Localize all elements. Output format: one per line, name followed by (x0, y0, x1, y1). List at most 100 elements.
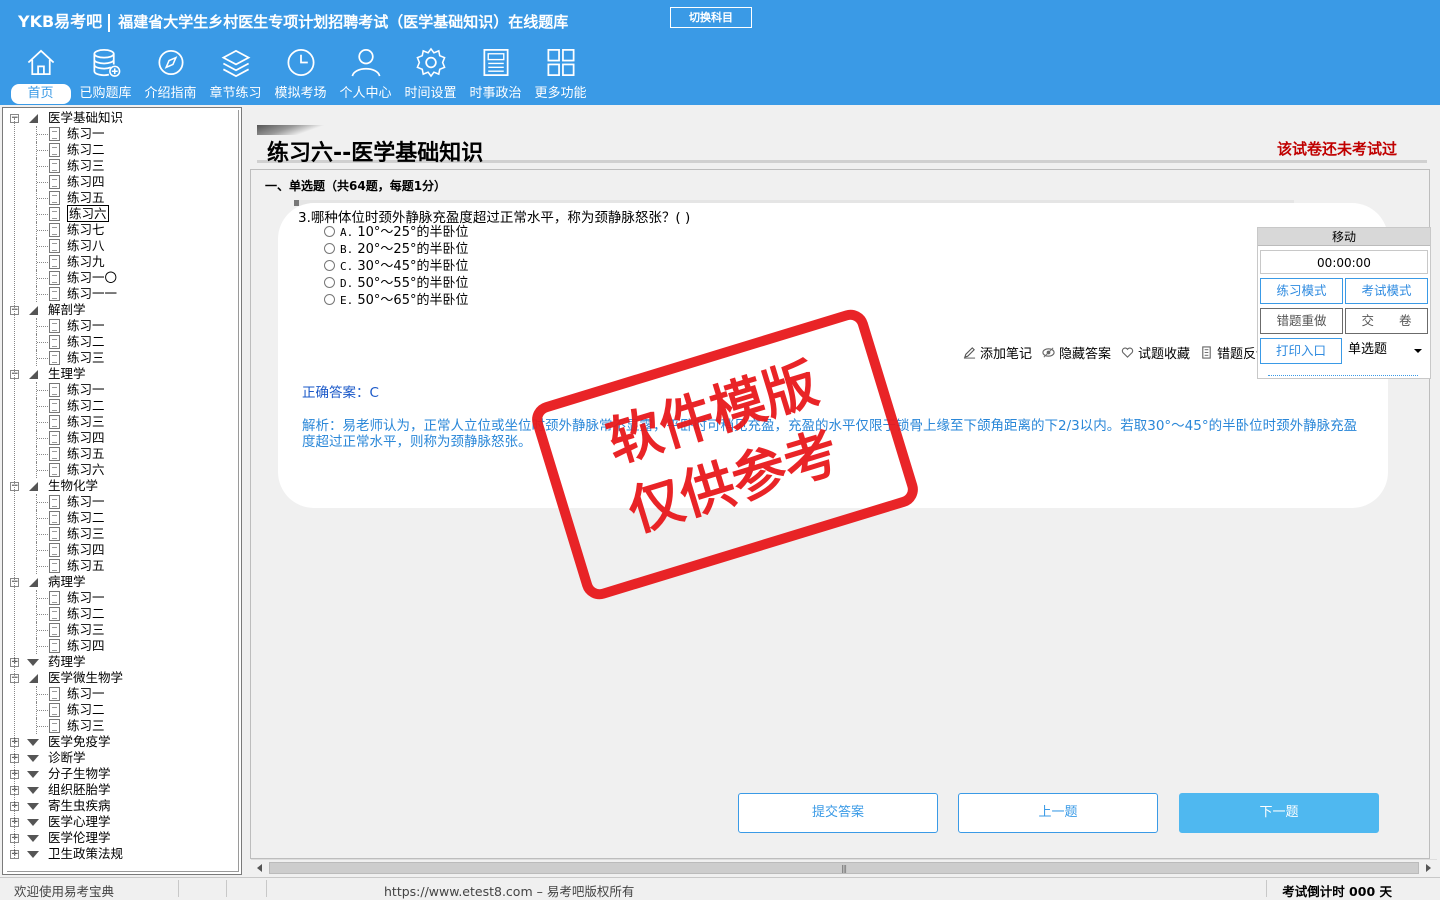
tree-item[interactable]: 练习四 (7, 430, 238, 446)
add-note-button[interactable]: 添加笔记 (963, 343, 1032, 362)
tree-category[interactable]: + 卫生政策法规 (7, 846, 238, 862)
radio-button[interactable] (324, 277, 335, 288)
document-icon (49, 447, 60, 461)
nav-item-home[interactable]: 首页 (8, 46, 73, 104)
tree-item[interactable]: 练习四 (7, 174, 238, 190)
switch-subject-button[interactable]: 切换科目 (670, 7, 752, 28)
tree-item[interactable]: 练习二 (7, 142, 238, 158)
radio-button[interactable] (324, 294, 335, 305)
tree-item[interactable]: 练习五 (7, 558, 238, 574)
tree-item[interactable]: 练习三 (7, 526, 238, 542)
tree-item[interactable]: 练习三 (7, 414, 238, 430)
nav-item-grid[interactable]: 更多功能 (528, 46, 593, 104)
tree-category[interactable]: + 医学免疫学 (7, 734, 238, 750)
tree-item[interactable]: 练习二 (7, 510, 238, 526)
tree-category[interactable]: + 医学心理学 (7, 814, 238, 830)
document-icon (49, 623, 60, 637)
tree-item[interactable]: 练习一 (7, 686, 238, 702)
next-question-button[interactable]: 下一题 (1179, 793, 1379, 833)
tree-category[interactable]: − 医学微生物学 (7, 670, 238, 686)
nav-item-clock[interactable]: 模拟考场 (268, 46, 333, 104)
answer-option[interactable]: A. 10°～25°的半卧位 (324, 224, 468, 241)
practice-mode-button[interactable]: 练习模式 (1260, 278, 1343, 304)
heart-icon (1121, 347, 1134, 358)
radio-button[interactable] (324, 226, 335, 237)
tree-item[interactable]: 练习二 (7, 398, 238, 414)
scrollbar-thumb[interactable]: ||| (269, 862, 1419, 874)
tree-connector (37, 726, 48, 727)
tree-item[interactable]: 练习九 (7, 254, 238, 270)
tree-item[interactable]: 练习二 (7, 702, 238, 718)
hide-answer-button[interactable]: 隐藏答案 (1042, 343, 1111, 362)
tree-item[interactable]: 练习二 (7, 606, 238, 622)
scroll-right-icon[interactable] (1426, 864, 1431, 872)
answer-option[interactable]: D. 50°～55°的半卧位 (324, 275, 468, 292)
option-text: 10°～25°的半卧位 (357, 225, 469, 240)
tree-item[interactable]: 练习四 (7, 638, 238, 654)
horizontal-scrollbar[interactable]: ||| (251, 859, 1437, 875)
tree-item[interactable]: 练习一 (7, 318, 238, 334)
tree-item[interactable]: 练习三 (7, 622, 238, 638)
nav-item-newspaper[interactable]: 时事政治 (463, 46, 528, 104)
tree-item[interactable]: 练习二 (7, 334, 238, 350)
tree-item[interactable]: 练习六 (7, 462, 238, 478)
redo-wrong-button[interactable]: 错题重做 (1260, 308, 1343, 334)
prev-question-button[interactable]: 上一题 (958, 793, 1158, 833)
nav-item-layers[interactable]: 章节练习 (203, 46, 268, 104)
tree-category[interactable]: + 诊断学 (7, 750, 238, 766)
tree-category[interactable]: + 组织胚胎学 (7, 782, 238, 798)
tree-item[interactable]: 练习三 (7, 350, 238, 366)
tree-category[interactable]: − 医学基础知识 (7, 110, 238, 126)
nav-item-gear[interactable]: 时间设置 (398, 46, 463, 104)
chapter-tree[interactable]: − 医学基础知识 练习一 练习二 练习三 练习四 练习五 练习六 练习七 练习八 练习九 练习一〇 练习… (2, 107, 242, 875)
tree-item[interactable]: 练习四 (7, 542, 238, 558)
print-button[interactable]: 打印入口 (1260, 338, 1342, 364)
move-handle[interactable]: 移动 (1258, 228, 1430, 246)
answer-option[interactable]: B. 20°～25°的半卧位 (324, 241, 468, 258)
nav-item-compass[interactable]: 介绍指南 (138, 46, 203, 104)
folder-arrow-icon (29, 482, 38, 491)
welcome-text: 欢迎使用易考宝典 (14, 884, 115, 899)
tree-connector (37, 518, 48, 519)
exam-mode-button[interactable]: 考试模式 (1345, 278, 1428, 304)
tree-item[interactable]: 练习五 (7, 446, 238, 462)
option-key: E. (340, 294, 354, 307)
tree-category[interactable]: − 病理学 (7, 574, 238, 590)
answer-option[interactable]: E. 50°～65°的半卧位 (324, 292, 468, 309)
tree-item[interactable]: 练习五 (7, 190, 238, 206)
tree-item[interactable]: 练习三 (7, 158, 238, 174)
tree-category[interactable]: − 生理学 (7, 366, 238, 382)
tree-connector (37, 358, 48, 359)
tree-item[interactable]: 练习一 (7, 590, 238, 606)
document-icon (49, 383, 60, 397)
favorite-button[interactable]: 试题收藏 (1121, 343, 1190, 362)
radio-button[interactable] (324, 260, 335, 271)
folder-arrow-icon (27, 659, 39, 666)
tree-item[interactable]: 练习三 (7, 718, 238, 734)
nav-item-user[interactable]: 个人中心 (333, 46, 398, 104)
tree-item[interactable]: 练习一 (7, 494, 238, 510)
tree-category[interactable]: + 药理学 (7, 654, 238, 670)
submit-answer-button[interactable]: 提交答案 (738, 793, 938, 833)
nav-item-database[interactable]: 已购题库 (73, 46, 138, 104)
tree-category-label: 卫生政策法规 (48, 846, 124, 861)
question-type-select[interactable]: 单选题 (1344, 338, 1428, 364)
tree-category[interactable]: + 寄生虫疾病 (7, 798, 238, 814)
tree-category[interactable]: + 医学伦理学 (7, 830, 238, 846)
tree-category[interactable]: + 分子生物学 (7, 766, 238, 782)
scroll-left-icon[interactable] (257, 864, 262, 872)
tree-item[interactable]: 练习一〇 (7, 270, 238, 286)
answer-option[interactable]: C. 30°～45°的半卧位 (324, 258, 468, 275)
hand-in-button[interactable]: 交 卷 (1345, 308, 1428, 334)
radio-button[interactable] (324, 243, 335, 254)
tree-item[interactable]: 练习六 (7, 205, 238, 222)
tree-item[interactable]: 练习八 (7, 238, 238, 254)
tree-item[interactable]: 练习七 (7, 222, 238, 238)
tree-category[interactable]: − 解剖学 (7, 302, 238, 318)
tree-item[interactable]: 练习一 (7, 382, 238, 398)
tree-category[interactable]: − 生物化学 (7, 478, 238, 494)
tree-item[interactable]: 练习一一 (7, 286, 238, 302)
tree-category-label: 分子生物学 (48, 766, 111, 781)
tree-item[interactable]: 练习一 (7, 126, 238, 142)
exam-title-bar: 练习六--医学基础知识 该试卷还未考试过 (257, 125, 1427, 166)
